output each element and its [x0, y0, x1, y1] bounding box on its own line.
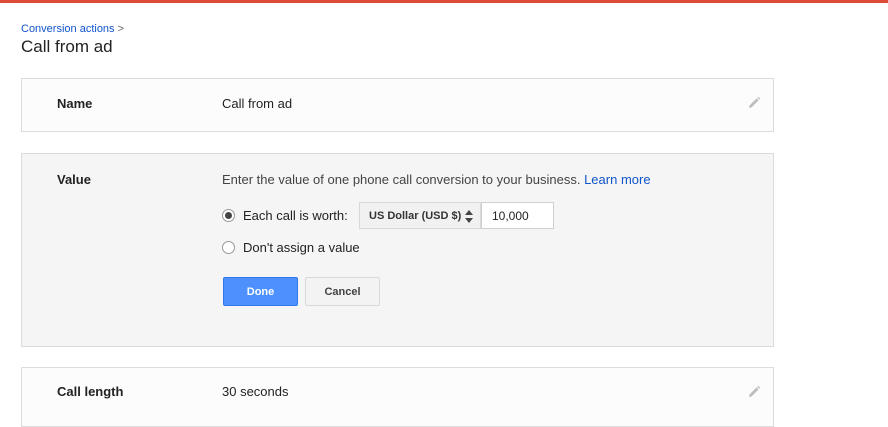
breadcrumb-link-conversion-actions[interactable]: Conversion actions — [21, 23, 115, 35]
done-button[interactable]: Done — [223, 277, 298, 306]
learn-more-link[interactable]: Learn more — [584, 172, 650, 187]
amount-input[interactable] — [481, 202, 554, 229]
call-length-card: Call length 30 seconds — [21, 367, 774, 427]
value-label: Value — [57, 172, 91, 187]
pencil-icon[interactable] — [747, 96, 761, 110]
radio-label-no-value: Don't assign a value — [243, 240, 360, 255]
radio-button-each-call[interactable] — [222, 209, 235, 222]
value-description-text: Enter the value of one phone call conver… — [222, 172, 581, 187]
name-value: Call from ad — [222, 96, 293, 111]
radio-option-each-call[interactable]: Each call is worth: — [222, 208, 348, 223]
top-accent-bar — [0, 0, 888, 3]
radio-button-no-value[interactable] — [222, 241, 235, 254]
value-description: Enter the value of one phone call conver… — [222, 172, 651, 187]
breadcrumb: Conversion actions > — [21, 23, 124, 35]
radio-option-no-value[interactable]: Don't assign a value — [222, 240, 360, 255]
name-label: Name — [57, 96, 93, 111]
radio-label-each-call: Each call is worth: — [243, 208, 348, 223]
name-card: Name Call from ad — [21, 78, 774, 132]
currency-selected-value: US Dollar (USD $) — [369, 209, 462, 222]
breadcrumb-separator: > — [117, 23, 124, 35]
value-card: Value Enter the value of one phone call … — [21, 153, 774, 347]
currency-select[interactable]: US Dollar (USD $) — [359, 202, 481, 229]
cancel-button[interactable]: Cancel — [305, 277, 380, 306]
page-title: Call from ad — [21, 37, 113, 56]
select-arrows-icon — [465, 210, 473, 223]
